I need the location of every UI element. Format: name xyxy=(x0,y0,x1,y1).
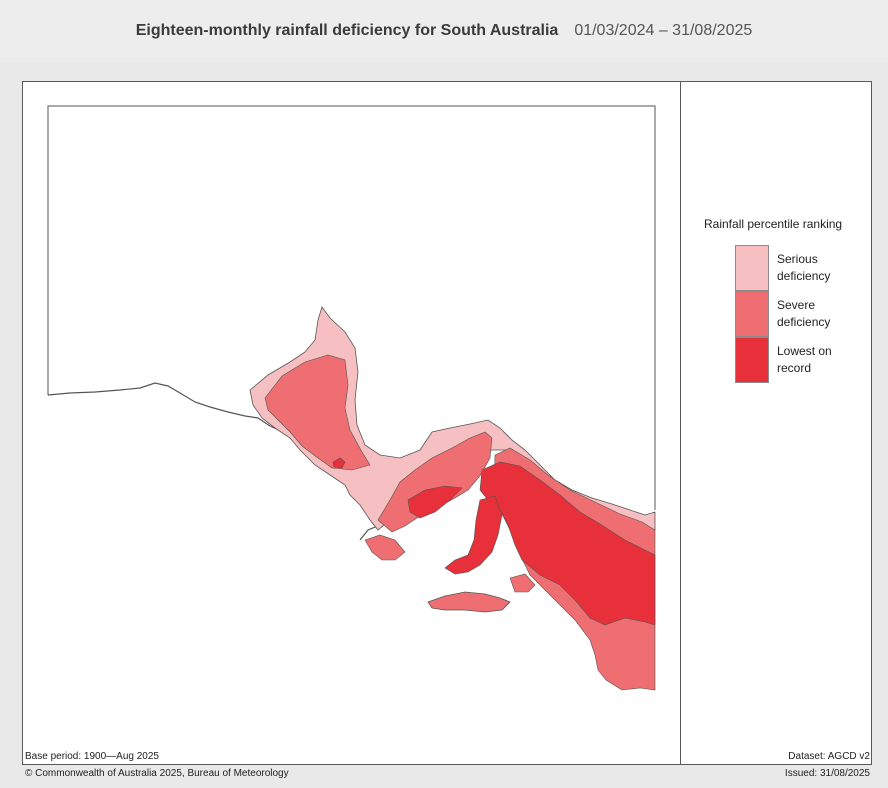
legend-swatch-lowest xyxy=(735,337,769,383)
legend-swatch-serious xyxy=(735,245,769,291)
kangaroo-island xyxy=(427,591,511,613)
issued-date: Issued: 31/08/2025 xyxy=(784,768,870,779)
copyright-notice: © Commonwealth of Australia 2025, Bureau… xyxy=(25,768,289,779)
legend-item-serious: Serious deficiency xyxy=(735,245,875,291)
legend-label-severe: Severe deficiency xyxy=(777,298,831,329)
dataset-label: Dataset: AGCD v2 xyxy=(788,751,870,762)
map-canvas xyxy=(47,105,656,691)
legend-title: Rainfall percentile ranking xyxy=(704,217,843,231)
legend-label-serious: Serious deficiency xyxy=(777,252,831,283)
region-lowest-peninsula xyxy=(444,495,503,575)
coastal-islet xyxy=(509,573,536,593)
legend-item-lowest: Lowest on record xyxy=(735,337,875,383)
legend-swatch-severe xyxy=(735,291,769,337)
base-period: Base period: 1900—Aug 2025 xyxy=(25,751,159,762)
legend-label-lowest: Lowest on record xyxy=(777,344,832,375)
legend-item-severe: Severe deficiency xyxy=(735,291,875,337)
coastal-headland xyxy=(364,534,406,561)
